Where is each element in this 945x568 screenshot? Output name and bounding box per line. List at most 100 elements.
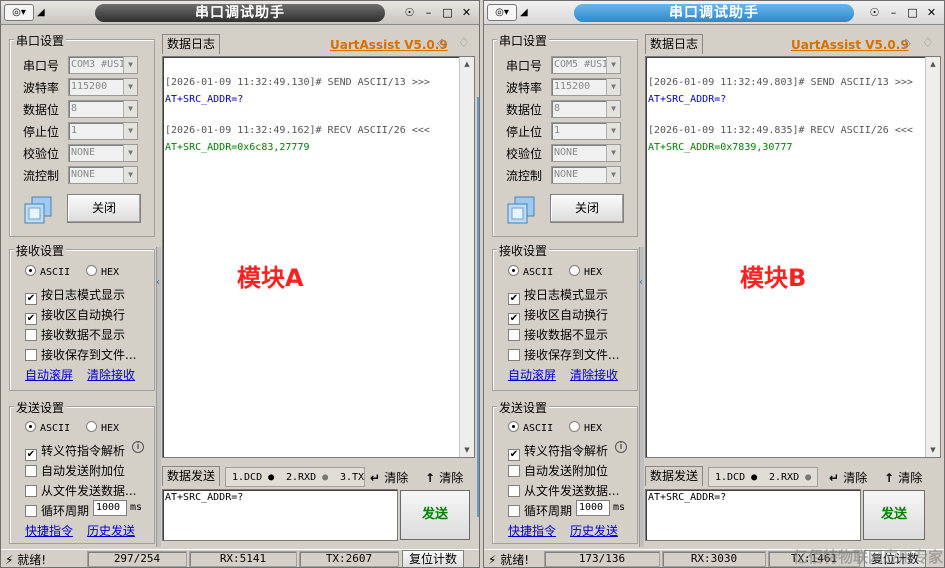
field-select[interactable]: COM3 #USI ▼ [68,56,138,74]
receive-log-area[interactable]: [2026-01-09 11:32:49.803]# SEND ASCII/13… [645,56,941,458]
checkbox-box[interactable] [508,329,520,341]
clear-send-button[interactable]: ↵ 清除 [370,469,408,486]
checkbox-box[interactable] [25,329,37,341]
clear-all-button[interactable]: ↑ 清除 [425,469,463,486]
send-input[interactable]: AT+SRC_ADDR=? [162,489,398,541]
checkbox-box[interactable]: ✔ [25,293,37,305]
field-select[interactable]: 1 ▼ [551,122,621,140]
gem-icon[interactable]: ◇ [437,36,447,51]
gem-icon[interactable]: ◇ [901,36,911,51]
auto-scroll-link[interactable]: 自动滚屏 [508,366,556,383]
checkbox[interactable]: 自动发送附加位 [508,462,608,479]
title-bar[interactable]: ◎▾ ◢ 串口调试助手 ☉ – □ ✕ [1,1,479,25]
chevron-down-icon[interactable]: ▼ [606,101,620,117]
checkbox[interactable]: 接收保存到文件... [508,346,619,363]
clear-all-button[interactable]: ↑ 清除 [884,469,922,486]
app-logo-icon[interactable]: ◎▾ [4,4,34,21]
cycle-period-input[interactable]: 1000 [576,500,610,516]
field-select[interactable]: 115200 ▼ [68,78,138,96]
panel-splitter[interactable]: ‹ [156,247,161,547]
title-menu-arrow-icon[interactable]: ◢ [520,4,558,21]
chevron-down-icon[interactable]: ▼ [606,145,620,161]
tab-data-send[interactable]: 数据发送 [645,466,704,486]
chevron-down-icon[interactable]: ▼ [606,123,620,139]
field-select[interactable]: NONE ▼ [68,144,138,162]
bell-icon[interactable]: ♢ [922,36,934,51]
checkbox[interactable]: ✔ 转义符指令解析 [508,442,608,461]
field-select[interactable]: 8 ▼ [551,100,621,118]
reset-count-button[interactable]: 复位计数 [402,550,464,567]
checkbox-box[interactable] [25,349,37,361]
field-select[interactable]: NONE ▼ [68,166,138,184]
brand-link[interactable]: UartAssist V5.0.9 [330,38,448,52]
close-window-button[interactable]: ✕ [458,4,475,21]
panel-splitter[interactable]: ‹ [639,247,644,547]
info-icon[interactable]: i [132,441,144,453]
checkbox[interactable]: 接收保存到文件... [25,346,136,363]
chevron-down-icon[interactable]: ▼ [606,79,620,95]
checkbox-box[interactable] [25,485,37,497]
clear-send-button[interactable]: ↵ 清除 [829,469,867,486]
shortcut-commands-link[interactable]: 快捷指令 [508,522,556,539]
clear-receive-link[interactable]: 清除接收 [570,366,618,383]
chevron-down-icon[interactable]: ▼ [606,167,620,183]
cycle-period-input[interactable]: 1000 [93,500,127,516]
chevron-down-icon[interactable]: ▼ [123,79,137,95]
checkbox-box[interactable] [25,465,37,477]
maximize-button[interactable]: □ [439,4,456,21]
checkbox-box[interactable]: ✔ [25,449,37,461]
checkbox[interactable]: 循环周期 [508,502,572,519]
auto-scroll-link[interactable]: 自动滚屏 [25,366,73,383]
checkbox-box[interactable]: ✔ [508,313,520,325]
minimize-button[interactable]: – [420,4,437,21]
scroll-down-icon[interactable]: ▼ [926,443,940,457]
checkbox[interactable]: ✔ 接收区自动换行 [25,306,125,325]
checkbox[interactable]: ✔ 转义符指令解析 [25,442,125,461]
bell-icon[interactable]: ♢ [458,36,470,51]
checkbox-box[interactable] [508,485,520,497]
tab-data-log[interactable]: 数据日志 [645,34,704,54]
send-hex-radio[interactable]: HEX [86,421,119,434]
checkbox[interactable]: ✔ 接收区自动换行 [508,306,608,325]
field-select[interactable]: 115200 ▼ [551,78,621,96]
title-bar[interactable]: ◎▾ ◢ 串口调试助手 ☉ – □ ✕ [484,1,944,25]
app-logo-icon[interactable]: ◎▾ [487,4,517,21]
chevron-down-icon[interactable]: ▼ [606,57,620,73]
field-select[interactable]: NONE ▼ [551,166,621,184]
receive-log-area[interactable]: [2026-01-09 11:32:49.130]# SEND ASCII/13… [162,56,475,458]
scroll-down-icon[interactable]: ▼ [460,443,474,457]
recv-ascii-radio[interactable]: ASCII [25,265,70,278]
chevron-down-icon[interactable]: ▼ [123,57,137,73]
send-history-link[interactable]: 历史发送 [87,522,135,539]
checkbox[interactable]: 接收数据不显示 [508,326,608,343]
checkbox[interactable]: ✔ 按日志模式显示 [508,286,608,305]
send-ascii-radio[interactable]: ASCII [25,421,70,434]
chevron-down-icon[interactable]: ▼ [123,101,137,117]
field-select[interactable]: 1 ▼ [68,122,138,140]
checkbox[interactable]: 自动发送附加位 [25,462,125,479]
send-button[interactable]: 发送 [400,490,470,540]
checkbox-box[interactable] [508,349,520,361]
info-icon[interactable]: i [615,441,627,453]
checkbox[interactable]: 循环周期 [25,502,89,519]
send-button[interactable]: 发送 [863,490,925,540]
checkbox[interactable]: 接收数据不显示 [25,326,125,343]
checkbox[interactable]: ✔ 按日志模式显示 [25,286,125,305]
checkbox[interactable]: 从文件发送数据... [25,482,136,499]
tab-data-send[interactable]: 数据发送 [162,466,221,486]
scroll-up-icon[interactable]: ▲ [460,57,474,71]
close-window-button[interactable]: ✕ [923,4,940,21]
chevron-down-icon[interactable]: ▼ [123,167,137,183]
send-ascii-radio[interactable]: ASCII [508,421,553,434]
close-port-button[interactable]: 关闭 [67,194,141,223]
field-select[interactable]: NONE ▼ [551,144,621,162]
pin-icon[interactable]: ☉ [401,4,418,21]
checkbox-box[interactable]: ✔ [25,313,37,325]
chevron-down-icon[interactable]: ▼ [123,123,137,139]
checkbox-box[interactable] [25,505,37,517]
recv-ascii-radio[interactable]: ASCII [508,265,553,278]
recv-hex-radio[interactable]: HEX [86,265,119,278]
tab-data-log[interactable]: 数据日志 [162,34,221,54]
checkbox-box[interactable] [508,505,520,517]
close-port-button[interactable]: 关闭 [550,194,624,223]
